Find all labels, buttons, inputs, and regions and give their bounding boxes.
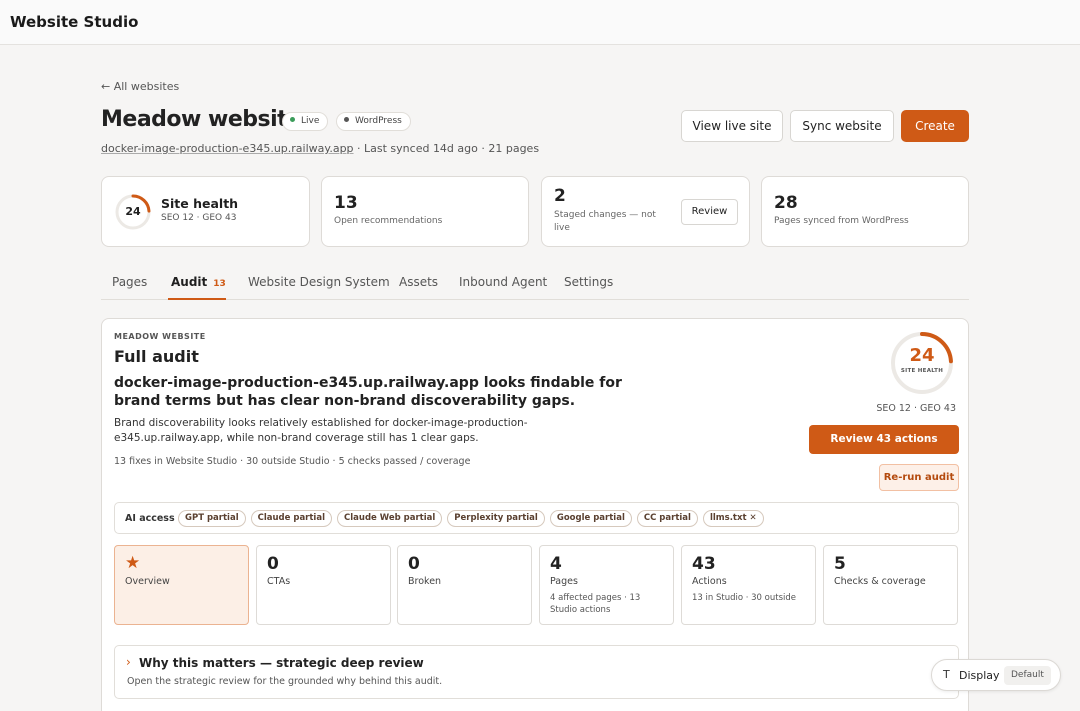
- ai-chip[interactable]: CC partial: [636, 510, 698, 527]
- chevron-right-icon: ›: [126, 655, 131, 669]
- health-score: 24: [125, 205, 141, 218]
- status-badge-label: Live: [301, 116, 320, 126]
- ai-chip[interactable]: Claude Web partial: [337, 510, 443, 527]
- create-button[interactable]: Create: [901, 110, 969, 142]
- metric-broken[interactable]: 0 Broken: [397, 545, 532, 625]
- health-label: Site health: [161, 196, 239, 211]
- review-staged-button[interactable]: Review: [681, 199, 738, 225]
- site-url-link[interactable]: docker-image-production-e345.up.railway.…: [101, 142, 354, 155]
- ai-access-row: AI access GPT partial Claude partial Cla…: [114, 502, 959, 534]
- view-live-site-button[interactable]: View live site: [681, 110, 783, 142]
- metric-pages[interactable]: 4 Pages 4 affected pages · 13 Studio act…: [539, 545, 674, 625]
- recommendations-count: 13: [334, 193, 358, 213]
- audit-kicker: MEADOW WEBSITE: [114, 332, 206, 341]
- metric-actions[interactable]: 43 Actions 13 in Studio · 30 outside: [681, 545, 816, 625]
- metric-value: 0: [267, 554, 279, 574]
- metric-detail: 13 in Studio · 30 outside: [692, 593, 797, 603]
- ai-access-chips: GPT partial Claude partial Claude Web pa…: [178, 510, 764, 527]
- tab-pages[interactable]: Pages: [112, 275, 147, 289]
- platform-badge: WordPress: [336, 112, 411, 131]
- tab-settings[interactable]: Settings: [564, 275, 613, 289]
- app-title: Website Studio: [10, 13, 139, 31]
- metric-label: Overview: [125, 576, 170, 587]
- status-badge: Live: [282, 112, 329, 131]
- ai-chip[interactable]: GPT partial: [178, 510, 246, 527]
- metric-label: CTAs: [267, 576, 291, 587]
- tab-audit-label: Audit: [171, 275, 208, 289]
- metric-value: 0: [408, 554, 420, 574]
- tab-audit[interactable]: Audit 13: [171, 275, 226, 289]
- sync-website-button[interactable]: Sync website: [790, 110, 894, 142]
- site-meta: docker-image-production-e345.up.railway.…: [101, 142, 539, 155]
- metric-label: Actions: [692, 576, 727, 587]
- metric-label: Checks & coverage: [834, 576, 926, 587]
- rerun-audit-button[interactable]: Re-run audit: [879, 464, 959, 491]
- tab-assets[interactable]: Assets: [399, 275, 438, 289]
- audit-panel: MEADOW WEBSITE Full audit docker-image-p…: [101, 318, 969, 711]
- platform-badge-label: WordPress: [355, 116, 402, 126]
- synced-pages-card: 28 Pages synced from WordPress: [761, 176, 969, 247]
- strategic-review-desc: Open the strategic review for the ground…: [127, 676, 443, 687]
- strategic-review-title: Why this matters — strategic deep review: [139, 656, 424, 670]
- staged-count: 2: [554, 186, 566, 206]
- app-header: Website Studio: [0, 0, 1080, 45]
- metric-label: Pages: [550, 576, 578, 587]
- tab-bar: Pages Audit 13 Website Design System Asse…: [101, 264, 969, 300]
- audit-summary: Brand discoverability looks relatively e…: [114, 417, 528, 444]
- audit-score: 24: [909, 345, 935, 366]
- metric-label: Broken: [408, 576, 442, 587]
- audit-headline: docker-image-production-e345.up.railway.…: [114, 375, 622, 409]
- audit-title: Full audit: [114, 347, 199, 366]
- site-health-card: 24 Site health SEO 12 · GEO 43: [101, 176, 310, 247]
- tab-audit-count: 13: [213, 279, 226, 289]
- synced-label: Pages synced from WordPress: [774, 216, 909, 226]
- metric-overview[interactable]: ★ Overview: [114, 545, 249, 625]
- tab-website-design-system[interactable]: Website Design System: [248, 275, 390, 289]
- metric-ctas[interactable]: 0 CTAs: [256, 545, 391, 625]
- page-title: Meadow website: [101, 107, 302, 132]
- active-tab-indicator: [168, 298, 226, 300]
- strategic-review-section[interactable]: › Why this matters — strategic deep revi…: [114, 645, 959, 699]
- text-icon: T: [943, 668, 950, 681]
- status-dot-icon: [290, 117, 295, 122]
- staged-changes-card: 2 Staged changes — not live Review: [541, 176, 750, 247]
- health-ring: 24: [114, 193, 152, 231]
- synced-count: 28: [774, 193, 798, 213]
- metric-value: 43: [692, 554, 716, 574]
- audit-fine-print: 13 fixes in Website Studio · 30 outside …: [114, 456, 471, 467]
- recommendations-card[interactable]: 13 Open recommendations: [321, 176, 529, 247]
- audit-score-ring: 24 SITE HEALTH: [890, 331, 954, 395]
- sync-meta: · Last synced 14d ago · 21 pages: [353, 142, 540, 155]
- ai-chip[interactable]: llms.txt ✕: [702, 510, 764, 527]
- ai-chip[interactable]: Perplexity partial: [447, 510, 545, 527]
- audit-score-label: SITE HEALTH: [900, 368, 944, 374]
- metric-checks[interactable]: 5 Checks & coverage: [823, 545, 958, 625]
- platform-dot-icon: [344, 117, 349, 122]
- metric-value: 5: [834, 554, 846, 574]
- staged-label: Staged changes — not live: [554, 210, 656, 233]
- star-icon: ★: [125, 553, 141, 573]
- health-sub: SEO 12 · GEO 43: [161, 213, 237, 223]
- back-link[interactable]: ← All websites: [101, 80, 179, 93]
- ai-chip[interactable]: Claude partial: [250, 510, 332, 527]
- tab-inbound-agent[interactable]: Inbound Agent: [459, 275, 547, 289]
- review-actions-button[interactable]: Review 43 actions: [809, 425, 959, 454]
- metric-value: 4: [550, 554, 562, 574]
- ai-chip[interactable]: Google partial: [549, 510, 632, 527]
- display-toggle[interactable]: T Display Default: [931, 659, 1061, 691]
- display-value-badge: Default: [1004, 666, 1051, 685]
- display-label: Display: [959, 669, 1000, 682]
- metric-detail: 4 affected pages · 13 Studio actions: [550, 593, 641, 615]
- audit-score-meta: SEO 12 · GEO 43: [876, 403, 956, 414]
- recommendations-label: Open recommendations: [334, 216, 443, 226]
- ai-access-label: AI access: [125, 513, 175, 524]
